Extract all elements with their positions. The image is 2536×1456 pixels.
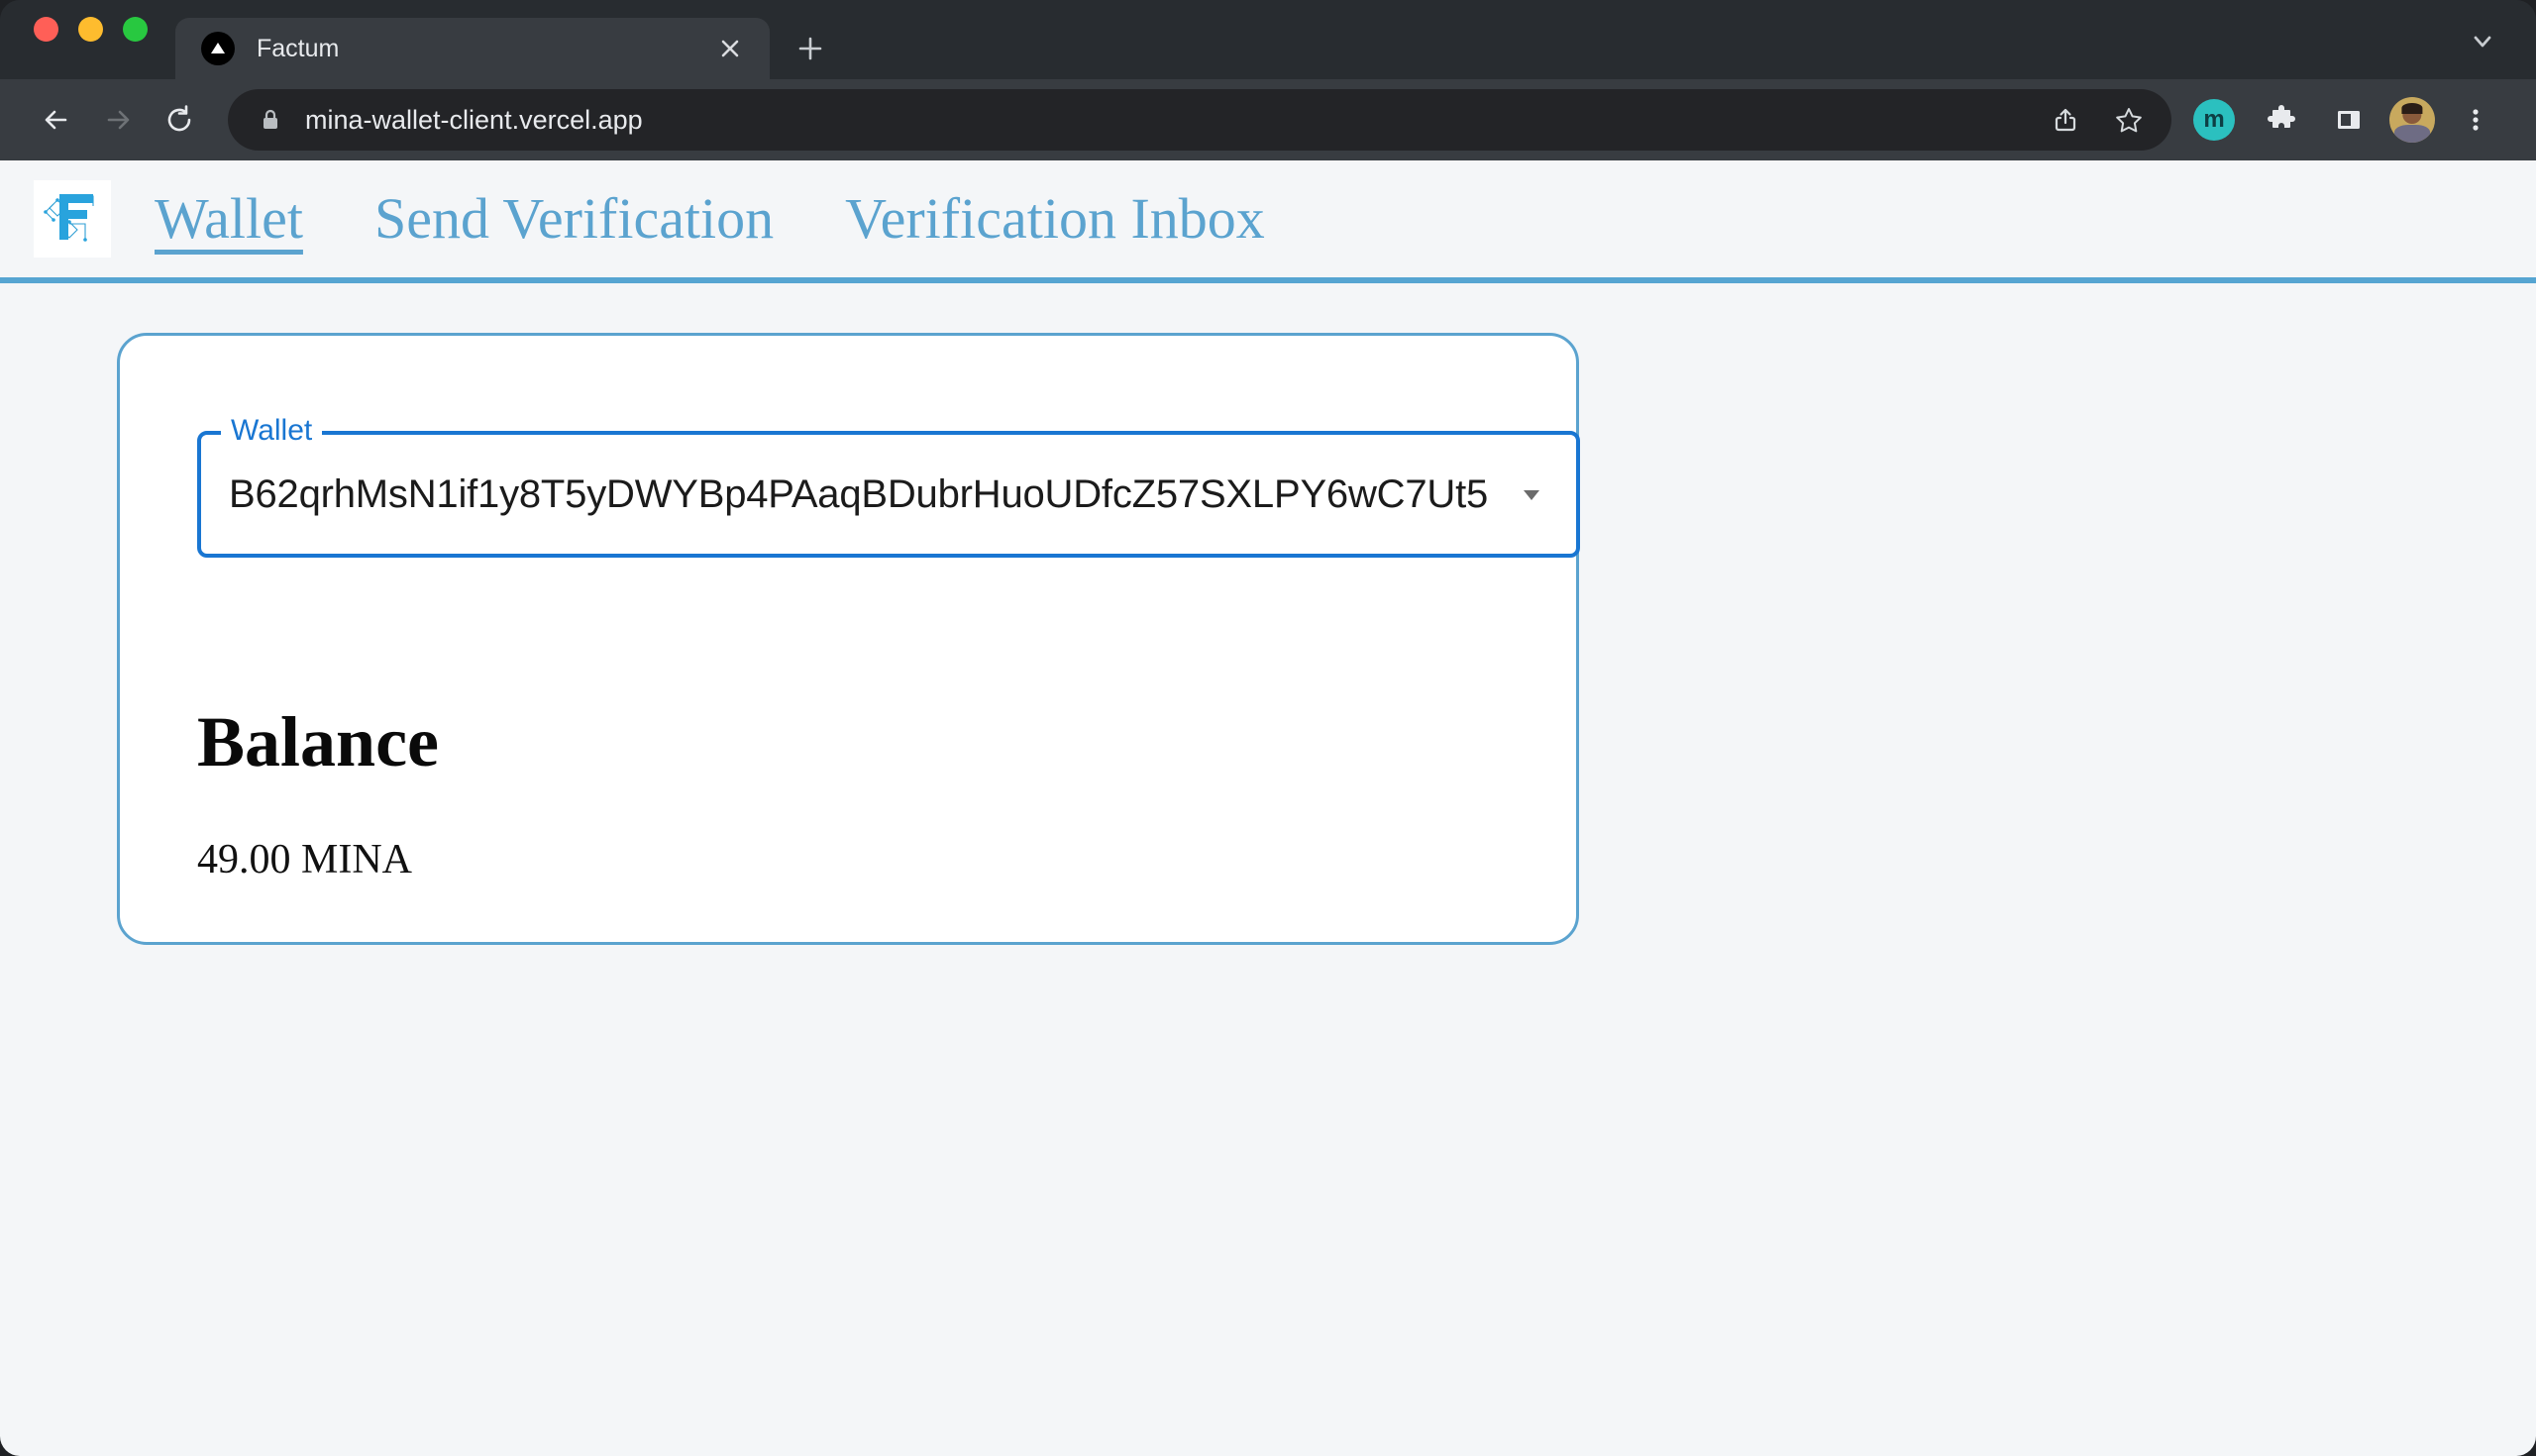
main-content: Wallet B62qrhMsN1if1y8T5yDWYBp4PAaqBDubr… <box>0 283 2536 945</box>
tab-title: Factum <box>257 34 340 62</box>
avatar-body <box>2394 124 2430 143</box>
wallet-address-value: B62qrhMsN1if1y8T5yDWYBp4PAaqBDubrHuoUDfc… <box>229 471 1489 516</box>
app-navigation: Wallet Send Verification Verification In… <box>155 188 1265 250</box>
close-tab-icon[interactable] <box>712 31 748 66</box>
chevron-down-icon[interactable] <box>2463 22 2502 61</box>
side-panel-icon[interactable] <box>2322 93 2376 147</box>
triangle-favicon <box>201 32 235 65</box>
star-icon[interactable] <box>2102 93 2156 147</box>
browser-tab[interactable]: Factum <box>175 18 770 79</box>
lock-icon <box>258 107 283 133</box>
balance-amount: 49.00 MINA <box>197 837 412 883</box>
balance-heading: Balance <box>197 702 439 781</box>
mina-extension-button[interactable]: m <box>2187 93 2241 147</box>
avatar-hair <box>2401 103 2423 114</box>
tab-strip: Factum <box>0 0 2536 79</box>
address-bar-actions <box>2039 93 2156 147</box>
mina-extension-icon: m <box>2193 99 2235 141</box>
address-bar[interactable]: mina-wallet-client.vercel.app <box>228 89 2171 151</box>
wallet-card: Wallet B62qrhMsN1if1y8T5yDWYBp4PAaqBDubr… <box>117 333 1580 945</box>
new-tab-button[interactable] <box>776 18 845 79</box>
maximize-window-button[interactable] <box>123 16 148 42</box>
address-bar-url: mina-wallet-client.vercel.app <box>305 104 643 135</box>
browser-toolbar: mina-wallet-client.vercel.app m <box>0 79 2536 160</box>
app-header: Wallet Send Verification Verification In… <box>0 160 2536 277</box>
page-viewport: Wallet Send Verification Verification In… <box>0 160 2536 1456</box>
share-icon[interactable] <box>2039 93 2092 147</box>
back-arrow-icon[interactable] <box>26 89 87 151</box>
nav-link-wallet[interactable]: Wallet <box>155 188 303 250</box>
dropdown-caret-icon[interactable] <box>1517 479 1546 509</box>
nav-link-verification-inbox[interactable]: Verification Inbox <box>845 188 1265 250</box>
reload-icon[interactable] <box>149 89 210 151</box>
minimize-window-button[interactable] <box>78 16 103 42</box>
wallet-select[interactable]: Wallet B62qrhMsN1if1y8T5yDWYBp4PAaqBDubr… <box>197 416 1580 558</box>
factum-logo[interactable] <box>34 180 111 258</box>
forward-arrow-icon[interactable] <box>87 89 149 151</box>
window-traffic-lights <box>24 0 175 79</box>
three-dot-menu-icon[interactable] <box>2449 93 2502 147</box>
avatar[interactable] <box>2389 97 2435 143</box>
toolbar-right-icons: m <box>2187 93 2502 147</box>
nav-link-send-verification[interactable]: Send Verification <box>374 188 774 250</box>
puzzle-icon[interactable] <box>2255 93 2308 147</box>
close-window-button[interactable] <box>34 16 58 42</box>
wallet-select-control[interactable]: B62qrhMsN1if1y8T5yDWYBp4PAaqBDubrHuoUDfc… <box>197 431 1580 558</box>
browser-window: Factum mina-wallet-client.vercel.app m W… <box>0 0 2536 1456</box>
